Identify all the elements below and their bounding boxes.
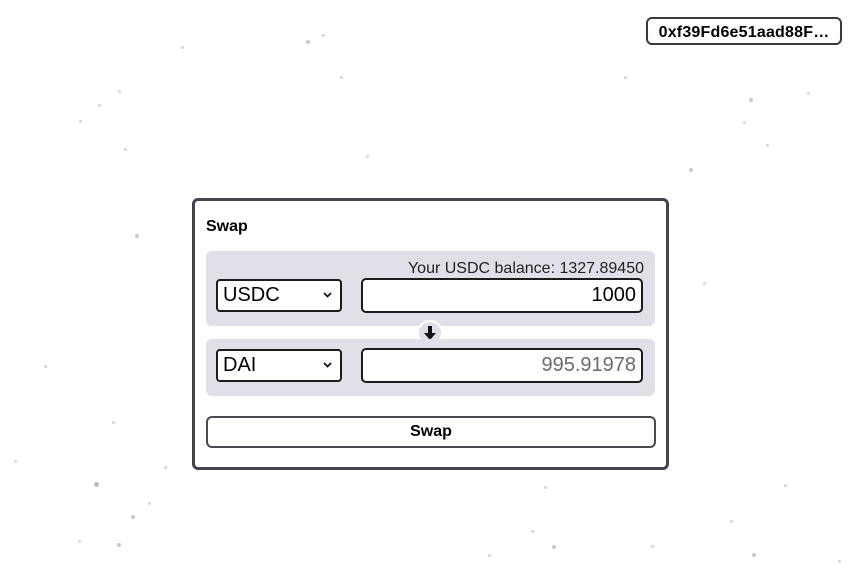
swap-button[interactable]: Swap: [206, 416, 656, 448]
to-token-panel: DAI 995.91978: [206, 339, 655, 396]
swap-card-title: Swap: [206, 218, 248, 235]
wallet-address-button[interactable]: 0xf39Fd6e51aad88F…: [646, 17, 842, 45]
to-amount-output[interactable]: 995.91978: [361, 348, 643, 383]
chevron-down-icon: [323, 351, 332, 368]
from-token-panel: Your USDC balance: 1327.89450 USDC 1000: [206, 251, 655, 326]
swap-card: Swap Your USDC balance: 1327.89450 USDC …: [192, 198, 669, 470]
to-token-select[interactable]: DAI: [216, 349, 342, 382]
from-token-value: USDC: [223, 284, 280, 306]
from-amount-input[interactable]: 1000: [361, 278, 643, 313]
from-token-select[interactable]: USDC: [216, 279, 342, 312]
chevron-down-icon: [323, 281, 332, 298]
to-token-value: DAI: [223, 354, 257, 376]
balance-text: Your USDC balance: 1327.89450: [407, 260, 644, 277]
